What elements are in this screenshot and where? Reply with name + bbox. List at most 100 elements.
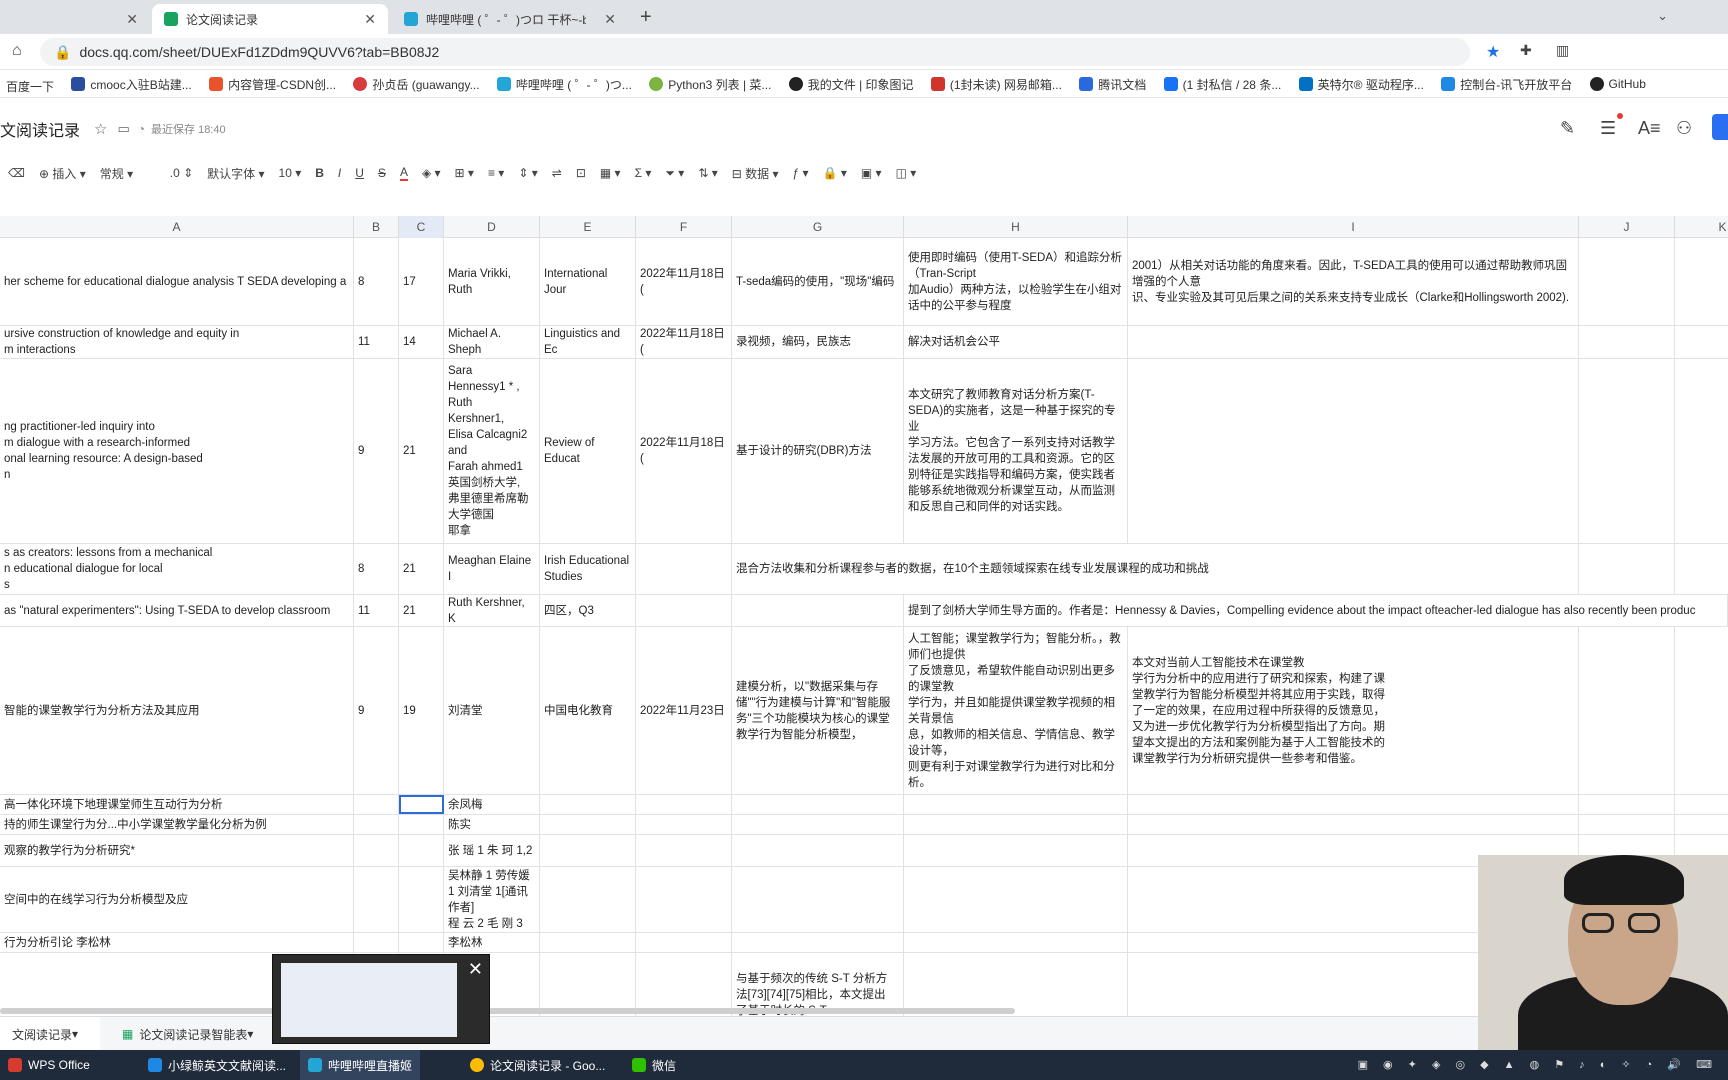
cell-b[interactable]: 11 bbox=[354, 595, 399, 626]
home-icon[interactable]: ⌂ bbox=[12, 42, 22, 60]
cell-d[interactable]: Ruth Kershner, K bbox=[444, 595, 540, 626]
cell-h[interactable] bbox=[904, 795, 1128, 814]
cell-a[interactable]: 持的师生课堂行为分...中小学课堂教学量化分析为例 bbox=[0, 815, 354, 834]
doc-title[interactable]: 文阅读记录 bbox=[0, 117, 80, 141]
share-button[interactable] bbox=[1712, 114, 1728, 140]
freeze-icon[interactable]: ◫ ▾ bbox=[896, 166, 917, 180]
cell-b[interactable] bbox=[354, 835, 399, 866]
cell-c[interactable]: 19 bbox=[399, 627, 444, 794]
cell-b[interactable]: 11 bbox=[354, 326, 399, 358]
task-wechat[interactable]: 微信 bbox=[624, 1050, 684, 1080]
sheet-tab-records[interactable]: 文阅读记录 ▾ bbox=[0, 1017, 100, 1051]
cell-h[interactable]: 人工智能；课堂教学行为；智能分析。，教师们也提供 了反馈意见，希望软件能自动识别… bbox=[904, 627, 1128, 794]
close-icon[interactable]: ✕ bbox=[126, 11, 138, 28]
function-icon[interactable]: ƒ ▾ bbox=[793, 166, 809, 180]
cell-a[interactable]: ng practitioner-led inquiry into m dialo… bbox=[0, 359, 354, 543]
cell-f[interactable] bbox=[636, 953, 732, 1016]
cell-c[interactable]: 21 bbox=[399, 544, 444, 594]
bookmark-163mail[interactable]: (1封未读) 网易邮箱... bbox=[930, 70, 1062, 97]
bookmark-bilibili[interactable]: 哔哩哔哩 ( ゜- ゜)つ... bbox=[496, 70, 632, 97]
cell-j[interactable] bbox=[1579, 326, 1675, 358]
sheet-tab-smart[interactable]: ▦ 论文阅读记录智能表 ▾ bbox=[110, 1017, 280, 1051]
cell-a[interactable]: as "natural experimenters": Using T-SEDA… bbox=[0, 595, 354, 626]
font-size-select[interactable]: 10 ▾ bbox=[279, 166, 302, 180]
number-format-select[interactable]: 常规 ▾ bbox=[100, 165, 156, 182]
cell-j[interactable] bbox=[1579, 795, 1675, 814]
cell-f[interactable] bbox=[636, 595, 732, 626]
cell-h[interactable]: 提到了剑桥大学师生导方面的。作者是：Hennessy & Davies，Comp… bbox=[904, 595, 1728, 626]
cell-h[interactable] bbox=[904, 867, 1128, 932]
cell-f[interactable]: 2022年11月18日( bbox=[636, 326, 732, 358]
cell-e[interactable] bbox=[540, 815, 636, 834]
cell-c[interactable] bbox=[399, 835, 444, 866]
cell-c[interactable] bbox=[399, 933, 444, 952]
cell-f[interactable]: 2022年11月18日( bbox=[636, 359, 732, 543]
edit-icon[interactable]: ✎ bbox=[1560, 118, 1575, 139]
cell-e[interactable]: 中国电化教育 bbox=[540, 627, 636, 794]
merge-icon[interactable]: ⊡ bbox=[576, 166, 586, 180]
cell-a[interactable]: 空间中的在线学习行为分析模型及应 bbox=[0, 867, 354, 932]
font-select[interactable]: 默认字体 ▾ bbox=[207, 165, 264, 182]
cell-b[interactable]: 9 bbox=[354, 627, 399, 794]
insert-button[interactable]: ⊕ 插入 ▾ bbox=[39, 165, 86, 182]
strikethrough-button[interactable]: S bbox=[378, 166, 386, 180]
close-icon[interactable]: ✕ bbox=[468, 959, 483, 980]
sum-icon[interactable]: Σ ▾ bbox=[635, 166, 652, 180]
underline-button[interactable]: U bbox=[355, 166, 364, 180]
cell-e[interactable] bbox=[540, 795, 636, 814]
browser-tab-0[interactable]: ✕ bbox=[0, 4, 150, 34]
cell-c[interactable]: 21 bbox=[399, 595, 444, 626]
col-header-a[interactable]: A bbox=[0, 216, 354, 238]
image-icon[interactable]: ▣ ▾ bbox=[861, 166, 882, 180]
filter-icon[interactable]: ⏷ ▾ bbox=[665, 166, 684, 181]
cell-f[interactable] bbox=[636, 815, 732, 834]
col-header-f[interactable]: F bbox=[636, 216, 732, 238]
url-input[interactable]: 🔒 docs.qq.com/sheet/DUExFd1ZDdm9QUVV6?ta… bbox=[40, 38, 1470, 66]
browser-tab-bilibili[interactable]: 哔哩哔哩 ( ゜- ゜)つロ 干杯~-bili ✕ bbox=[392, 4, 628, 34]
italic-button[interactable]: I bbox=[338, 166, 341, 180]
cell-k[interactable] bbox=[1675, 326, 1728, 358]
cell-e[interactable] bbox=[540, 953, 636, 1016]
cell-e[interactable]: Irish Educational Studies bbox=[540, 544, 636, 594]
cell-h[interactable] bbox=[904, 953, 1128, 1016]
cell-k[interactable] bbox=[1675, 795, 1728, 814]
bookmark-github[interactable]: GitHub bbox=[1589, 70, 1646, 97]
task-wps[interactable]: WPS Office bbox=[0, 1050, 98, 1080]
cell-g[interactable] bbox=[732, 933, 904, 952]
cell-a[interactable]: s as creators: lessons from a mechanical… bbox=[0, 544, 354, 594]
cell-a[interactable]: 高一体化环境下地理课堂师生互动行为分析 bbox=[0, 795, 354, 814]
cell-d[interactable]: 刘清堂 bbox=[444, 627, 540, 794]
cell-i[interactable]: 2001）从相关对话功能的角度来看。因此，T-SEDA工具的使用可以通过帮助教师… bbox=[1128, 238, 1579, 325]
cell-j[interactable] bbox=[1579, 238, 1675, 325]
cell-i[interactable] bbox=[1128, 359, 1579, 543]
taskbar-preview[interactable]: ✕ bbox=[272, 954, 490, 1044]
cell-b[interactable] bbox=[354, 933, 399, 952]
cell-c[interactable]: 17 bbox=[399, 238, 444, 325]
cell-b[interactable] bbox=[354, 867, 399, 932]
sort-icon[interactable]: ⇅ ▾ bbox=[698, 166, 717, 180]
cell-g[interactable] bbox=[732, 815, 904, 834]
col-header-d[interactable]: D bbox=[444, 216, 540, 238]
cell-e[interactable] bbox=[540, 867, 636, 932]
cell-f[interactable] bbox=[636, 795, 732, 814]
cell-f[interactable]: 2022年11月23日 bbox=[636, 627, 732, 794]
collaborators-icon[interactable]: ⚇ bbox=[1676, 118, 1692, 139]
task-chrome[interactable]: 论文阅读记录 - Goo... bbox=[462, 1050, 613, 1080]
cell-i[interactable] bbox=[1128, 795, 1579, 814]
cell-g[interactable] bbox=[732, 867, 904, 932]
cell-d[interactable]: 陈实 bbox=[444, 815, 540, 834]
cell-k[interactable] bbox=[1675, 627, 1728, 794]
col-header-c[interactable]: C bbox=[399, 216, 444, 238]
cell-e[interactable]: Review of Educat bbox=[540, 359, 636, 543]
cell-g[interactable] bbox=[732, 595, 904, 626]
task-bilibili-live[interactable]: 哔哩哔哩直播姬 bbox=[300, 1050, 421, 1080]
col-header-h[interactable]: H bbox=[904, 216, 1128, 238]
cell-k[interactable] bbox=[1675, 359, 1728, 543]
cell-g[interactable] bbox=[732, 795, 904, 814]
cell-f[interactable] bbox=[636, 933, 732, 952]
data-menu[interactable]: ⊟ 数据 ▾ bbox=[732, 165, 779, 182]
cell-c[interactable] bbox=[399, 795, 444, 814]
cell-j[interactable] bbox=[1579, 359, 1675, 543]
cell-h[interactable] bbox=[904, 815, 1128, 834]
cell-e[interactable] bbox=[540, 933, 636, 952]
